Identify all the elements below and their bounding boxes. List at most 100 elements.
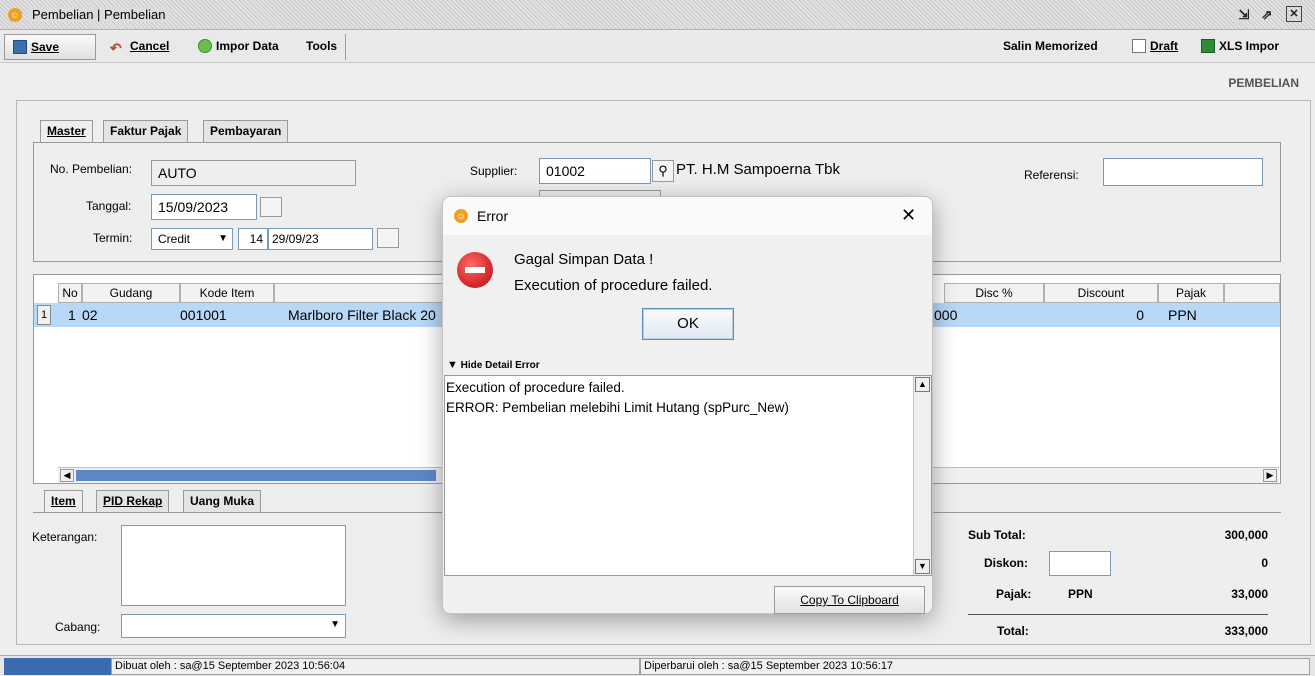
error-icon: [457, 252, 493, 288]
close-window-icon[interactable]: ✕: [1286, 6, 1302, 22]
tanggal-label: Tanggal:: [86, 199, 132, 213]
no-pembelian-label: No. Pembelian:: [50, 162, 133, 176]
tab-pembayaran[interactable]: Pembayaran: [203, 120, 289, 142]
calendar-icon[interactable]: [377, 228, 399, 248]
maximize-icon[interactable]: ⇗: [1258, 6, 1276, 24]
total-divider: [968, 614, 1268, 615]
hide-detail-label: Hide Detail Error: [460, 360, 540, 371]
ok-button[interactable]: OK: [642, 308, 734, 340]
detail-line: Execution of procedure failed.: [446, 380, 625, 395]
cell-kode-item: 001001: [180, 307, 227, 323]
grid-header-no[interactable]: No: [58, 283, 82, 303]
excel-icon: [1201, 39, 1215, 53]
cabang-label: Cabang:: [55, 620, 101, 634]
tab-faktur-pajak[interactable]: Faktur Pajak: [103, 120, 189, 142]
keterangan-label: Keterangan:: [32, 530, 98, 544]
tanggal-field[interactable]: 15/09/2023: [151, 194, 257, 220]
scroll-down-icon[interactable]: ▼: [915, 559, 930, 574]
pajak-value: 33,000: [1231, 587, 1268, 601]
supplier-label: Supplier:: [470, 164, 518, 178]
impor-data-button[interactable]: Impor Data: [190, 34, 287, 60]
error-dialog: ☺ Error ✕ Gagal Simpan Data ! Execution …: [442, 196, 933, 614]
tab-uang-muka[interactable]: Uang Muka: [183, 490, 262, 512]
grid-header-disc-pct[interactable]: Disc %: [944, 283, 1044, 303]
salin-memorized-label: Salin Memorized: [1003, 39, 1098, 53]
status-bar: Dibuat oleh : sa@15 September 2023 10:56…: [0, 655, 1315, 676]
sub-total-value: 300,000: [1224, 528, 1268, 542]
import-icon: [198, 39, 212, 53]
supplier-name: PT. H.M Sampoerna Tbk: [676, 161, 840, 178]
scroll-up-icon[interactable]: ▲: [915, 377, 930, 392]
xls-impor-button[interactable]: XLS Impor: [1193, 34, 1287, 60]
section-title: PEMBELIAN: [1228, 76, 1299, 90]
cell-gudang: 02: [82, 307, 98, 323]
cell-partial-value: 000: [934, 307, 958, 323]
triangle-down-icon: ▼: [447, 359, 458, 371]
referensi-field[interactable]: [1103, 158, 1263, 186]
dialog-title-bar: ☺ Error ✕: [443, 197, 932, 235]
calendar-icon[interactable]: [260, 197, 282, 217]
save-button[interactable]: Save: [4, 34, 96, 60]
progress-indicator: [4, 658, 111, 675]
no-pembelian-field: AUTO: [151, 160, 356, 186]
error-icon-bar: [465, 267, 485, 273]
row-number: 1: [37, 305, 51, 325]
app-logo-icon: ☺: [454, 209, 468, 223]
close-icon[interactable]: ✕: [901, 205, 916, 226]
save-label: Save: [31, 40, 60, 54]
tools-menu[interactable]: Tools: [298, 34, 347, 60]
termin-select[interactable]: Credit ▼: [151, 228, 233, 250]
title-bar: ☺ Pembelian | Pembelian ⇲ ⇗ ✕: [0, 0, 1315, 30]
copy-to-clipboard-button[interactable]: Copy To Clipboard: [774, 586, 925, 614]
diskon-label: Diskon:: [984, 556, 1029, 570]
cell-pajak: PPN: [1168, 307, 1197, 323]
grid-header-extra: [1224, 283, 1280, 303]
cancel-button[interactable]: ↶ Cancel: [102, 34, 177, 60]
diskon-value: 0: [1261, 556, 1268, 570]
tab-master[interactable]: Master: [40, 120, 93, 142]
grid-header-discount[interactable]: Discount: [1044, 283, 1158, 303]
supplier-code-field[interactable]: 01002: [539, 158, 651, 184]
cabang-select[interactable]: ▼: [121, 614, 346, 638]
error-message-body: Execution of procedure failed.: [514, 277, 713, 294]
draft-checkbox[interactable]: Draft: [1124, 34, 1186, 60]
salin-memorized-button[interactable]: Salin Memorized: [995, 34, 1106, 60]
restore-icon[interactable]: ⇲: [1235, 6, 1253, 24]
checkbox-icon: [1132, 39, 1146, 53]
app-logo-icon: ☺: [8, 8, 22, 22]
vertical-scrollbar[interactable]: ▲ ▼: [913, 376, 931, 575]
grid-header-kode-item[interactable]: Kode Item: [180, 283, 274, 303]
cell-nama: Marlboro Filter Black 20: [288, 307, 436, 323]
created-info: Dibuat oleh : sa@15 September 2023 10:56…: [111, 658, 640, 675]
toolbar: Save ↶ Cancel Impor Data Tools Salin Memo…: [0, 31, 1315, 63]
chevron-down-icon: ▼: [330, 619, 340, 630]
total-label: Total:: [997, 624, 1029, 638]
draft-label: Draft: [1150, 39, 1179, 53]
scroll-thumb[interactable]: [76, 470, 436, 481]
termin-days-field[interactable]: 14: [238, 228, 268, 250]
updated-info: Diperbarui oleh : sa@15 September 2023 1…: [640, 658, 1310, 675]
cell-discount: 0: [1136, 307, 1144, 323]
error-message-title: Gagal Simpan Data !: [514, 251, 654, 268]
sub-total-label: Sub Total:: [968, 528, 1026, 542]
grid-header-pajak[interactable]: Pajak: [1158, 283, 1224, 303]
referensi-label: Referensi:: [1024, 168, 1079, 182]
detail-line: ERROR: Pembelian melebihi Limit Hutang (…: [446, 400, 789, 415]
termin-label: Termin:: [93, 231, 133, 245]
hide-detail-toggle[interactable]: ▼ Hide Detail Error: [447, 359, 540, 371]
error-detail-text[interactable]: Execution of procedure failed. ERROR: Pe…: [444, 375, 932, 576]
termin-date-field[interactable]: 29/09/23: [268, 228, 373, 250]
tab-pid-rekap[interactable]: PID Rekap: [96, 490, 170, 512]
scroll-right-icon[interactable]: ▶: [1263, 469, 1277, 482]
tools-label: Tools: [306, 39, 338, 53]
scroll-left-icon[interactable]: ◀: [60, 469, 74, 482]
search-icon[interactable]: ⚲: [652, 160, 674, 182]
tab-item[interactable]: Item: [44, 490, 83, 512]
diskon-input[interactable]: [1049, 551, 1111, 576]
grid-header-gudang[interactable]: Gudang: [82, 283, 180, 303]
chevron-down-icon: ▼: [218, 233, 228, 244]
pajak-label: Pajak:: [996, 587, 1032, 601]
dialog-title: Error: [477, 208, 509, 224]
keterangan-textarea[interactable]: [121, 525, 346, 606]
pajak-type: PPN: [1068, 587, 1093, 601]
